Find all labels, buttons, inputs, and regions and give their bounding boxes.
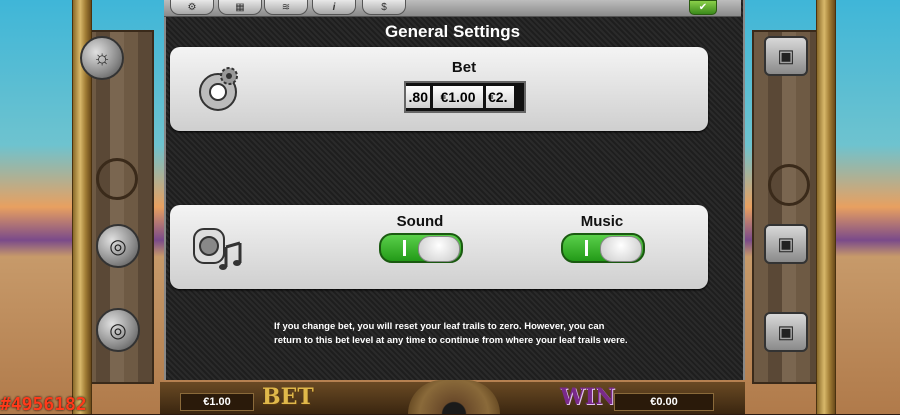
left-feature-icon-1: ☼	[80, 36, 124, 80]
right-chest-icon-2: ▣	[764, 224, 808, 264]
toggle-on-indicator	[403, 240, 406, 256]
sound-toggle[interactable]	[379, 233, 463, 263]
coin-gear-icon	[190, 61, 246, 117]
bet-prev-value[interactable]: .80	[406, 86, 430, 108]
music-label: Music	[580, 213, 624, 230]
bet-word: BET	[262, 384, 314, 410]
music-toggle[interactable]	[561, 233, 645, 263]
bet-current-value: €1.00	[433, 86, 483, 108]
right-chest-icon-3: ▣	[764, 312, 808, 352]
right-chest-icon-1: ▣	[764, 36, 808, 76]
bet-next-value[interactable]: €2.	[486, 86, 514, 108]
bet-label: Bet	[451, 59, 477, 76]
bet-selector[interactable]: .80 €1.00 €2.	[404, 81, 526, 113]
bet-info-text: If you change bet, you will reset your l…	[274, 321, 628, 346]
dialog-title: General Settings	[384, 22, 521, 41]
win-word: WIN	[560, 384, 616, 410]
money-bag-icon[interactable]: $	[362, 0, 406, 15]
left-feature-icon-3: ◎	[96, 308, 140, 352]
right-carved-circle	[768, 164, 810, 206]
left-carved-circle	[96, 158, 138, 200]
speaker-music-icon	[190, 219, 246, 275]
right-bamboo-pole	[816, 0, 836, 414]
confirm-check-button[interactable]: ✔	[689, 0, 717, 15]
toggle-knob[interactable]	[418, 236, 460, 262]
left-feature-icon-2: ◎	[96, 224, 140, 268]
audio-card: Sound Music	[170, 205, 708, 289]
paytable-icon[interactable]: ▦	[218, 0, 262, 15]
settings-tab-bar: ⚙ ▦ ≋ i $	[164, 0, 741, 17]
toggle-knob[interactable]	[600, 236, 642, 262]
balance-counter: #4956182	[0, 394, 87, 415]
paylines-icon[interactable]: ≋	[264, 0, 308, 15]
sound-label: Sound	[396, 213, 444, 230]
bet-amount-display: €1.00	[180, 393, 254, 411]
info-icon[interactable]: i	[312, 0, 356, 15]
toggle-on-indicator	[585, 240, 588, 256]
bet-card: Bet .80 €1.00 €2.	[170, 47, 708, 131]
win-amount-display: €0.00	[614, 393, 714, 411]
gear-icon[interactable]: ⚙	[170, 0, 214, 15]
